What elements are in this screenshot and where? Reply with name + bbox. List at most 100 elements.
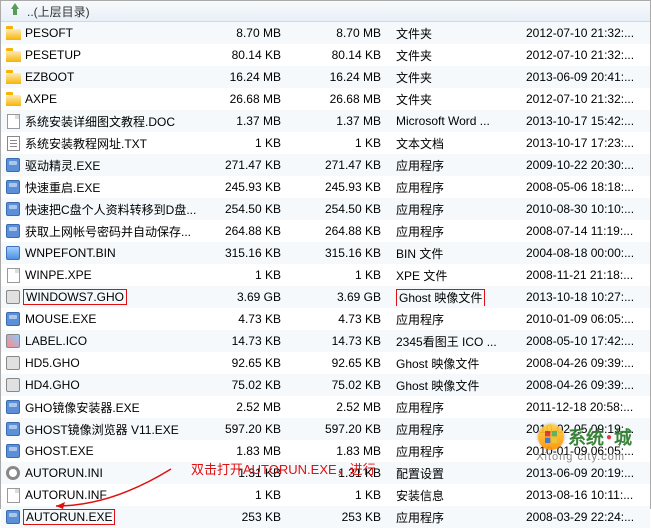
file-size2-cell: 26.68 MB [291,92,391,106]
file-row[interactable]: AUTORUN.EXE253 KB253 KB应用程序2008-03-29 22… [1,506,650,528]
file-name-cell: 驱动精灵.EXE [1,157,216,174]
file-size2-cell: 4.73 KB [291,312,391,326]
file-row[interactable]: PESOFT8.70 MB8.70 MB文件夹2012-07-10 21:32:… [1,22,650,44]
file-size-cell: 16.24 MB [216,70,291,84]
file-name-cell: AUTORUN.INF [1,487,216,503]
file-name-cell: 快速把C盘个人资料转移到D盘... [1,201,216,218]
file-size2-cell: 16.24 MB [291,70,391,84]
file-row[interactable]: WINDOWS7.GHO3.69 GB3.69 GBGhost 映像文件2013… [1,286,650,308]
file-row[interactable]: PESETUP80.14 KB80.14 KB文件夹2012-07-10 21:… [1,44,650,66]
file-name-cell: GHO镜像安装器.EXE [1,399,216,416]
file-date-cell: 2012-07-10 21:32:... [521,92,650,106]
file-type-cell: 配置设置 [391,465,521,482]
file-date-cell: 2013-10-17 15:42:... [521,114,650,128]
file-date-cell: 2008-03-29 22:24:... [521,510,650,524]
file-row[interactable]: 快速把C盘个人资料转移到D盘...254.50 KB254.50 KB应用程序2… [1,198,650,220]
exe-icon [5,311,21,327]
file-size-cell: 254.50 KB [216,202,291,216]
file-row[interactable]: WNPEFONT.BIN315.16 KB315.16 KBBIN 文件2004… [1,242,650,264]
file-name: AUTORUN.INI [25,466,103,480]
file-size2-cell: 92.65 KB [291,356,391,370]
file-row[interactable]: 获取上网帐号密码并自动保存...264.88 KB264.88 KB应用程序20… [1,220,650,242]
file-type-cell: 应用程序 [391,509,521,526]
file-name-cell: PESETUP [1,47,216,63]
file-name-cell: 系统安装详细图文教程.DOC [1,113,216,130]
file-row[interactable]: 系统安装详细图文教程.DOC1.37 MB1.37 MBMicrosoft Wo… [1,110,650,132]
file-name: 系统安装教程网址.TXT [25,135,147,152]
file-size2-cell: 75.02 KB [291,378,391,392]
file-size-cell: 271.47 KB [216,158,291,172]
file-name-cell: HD4.GHO [1,377,216,393]
file-row[interactable]: AXPE26.68 MB26.68 MB文件夹2012-07-10 21:32:… [1,88,650,110]
file-type-cell: Ghost 映像文件 [391,377,521,394]
file-size-cell: 2.52 MB [216,400,291,414]
file-size-cell: 75.02 KB [216,378,291,392]
exe-icon [5,509,21,525]
file-size-cell: 4.73 KB [216,312,291,326]
file-size2-cell: 315.16 KB [291,246,391,260]
file-row[interactable]: GHO镜像安装器.EXE2.52 MB2.52 MB应用程序2011-12-18… [1,396,650,418]
file-size-cell: 1 KB [216,488,291,502]
file-name-cell: AUTORUN.INI [1,465,216,481]
file-date-cell: 2013-06-09 20:19:... [521,466,650,480]
file-date-cell: 2013-08-16 10:11:... [521,488,650,502]
file-row[interactable]: 系统安装教程网址.TXT1 KB1 KB文本文档2013-10-17 17:23… [1,132,650,154]
file-size2-cell: 1.37 MB [291,114,391,128]
file-name: AXPE [25,92,57,106]
file-row[interactable]: HD5.GHO92.65 KB92.65 KBGhost 映像文件2008-04… [1,352,650,374]
file-date-cell: 2008-05-06 18:18:... [521,180,650,194]
file-size2-cell: 80.14 KB [291,48,391,62]
file-date-cell: 2008-04-26 09:39:... [521,356,650,370]
file-date-cell: 2008-11-21 21:18:... [521,268,650,282]
up-arrow-icon [7,3,23,19]
cog-icon [5,465,21,481]
file-name-cell: 获取上网帐号密码并自动保存... [1,223,216,240]
file-date-cell: 2012-07-10 21:32:... [521,48,650,62]
file-type-cell: BIN 文件 [391,245,521,262]
file-name: HD4.GHO [25,378,80,392]
exe-icon [5,157,21,173]
file-size2-cell: 1 KB [291,488,391,502]
file-date-cell: 2013-10-17 17:23:... [521,136,650,150]
file-size-cell: 3.69 GB [216,290,291,304]
parent-directory-row[interactable]: ..(上层目录) [1,1,650,22]
file-row[interactable]: HD4.GHO75.02 KB75.02 KBGhost 映像文件2008-04… [1,374,650,396]
file-name-cell: PESOFT [1,25,216,41]
file-row[interactable]: LABEL.ICO14.73 KB14.73 KB2345看图王 ICO ...… [1,330,650,352]
file-date-cell: 2008-04-26 09:39:... [521,378,650,392]
file-row[interactable]: 驱动精灵.EXE271.47 KB271.47 KB应用程序2009-10-22… [1,154,650,176]
file-size-cell: 1 KB [216,268,291,282]
file-type-cell: 文件夹 [391,69,521,86]
doc-icon [5,487,21,503]
file-size-cell: 315.16 KB [216,246,291,260]
file-type-cell: 文件夹 [391,91,521,108]
file-type-cell: 应用程序 [391,399,521,416]
watermark-logo-icon [538,424,564,450]
exe-icon [5,179,21,195]
file-size2-cell: 1 KB [291,268,391,282]
file-date-cell: 2010-08-30 10:10:... [521,202,650,216]
file-name: LABEL.ICO [25,334,87,348]
file-name: 获取上网帐号密码并自动保存... [25,223,191,240]
file-date-cell: 2009-10-22 20:30:... [521,158,650,172]
file-name-cell: GHOST镜像浏览器 V11.EXE [1,421,216,438]
file-row[interactable]: WINPE.XPE1 KB1 KBXPE 文件2008-11-21 21:18:… [1,264,650,286]
file-size-cell: 14.73 KB [216,334,291,348]
file-row[interactable]: MOUSE.EXE4.73 KB4.73 KB应用程序2010-01-09 06… [1,308,650,330]
file-type-cell: 应用程序 [391,443,521,460]
file-date-cell: 2012-07-10 21:32:... [521,26,650,40]
file-size-cell: 8.70 MB [216,26,291,40]
file-name: 系统安装详细图文教程.DOC [25,113,175,130]
file-type-cell: 2345看图王 ICO ... [391,333,521,350]
file-row[interactable]: AUTORUN.INF1 KB1 KB安装信息2013-08-16 10:11:… [1,484,650,506]
file-size-cell: 1.83 MB [216,444,291,458]
exe-icon [5,421,21,437]
file-name-cell: 快速重启.EXE [1,179,216,196]
file-size-cell: 80.14 KB [216,48,291,62]
file-size-cell: 26.68 MB [216,92,291,106]
img-icon [5,245,21,261]
file-row[interactable]: EZBOOT16.24 MB16.24 MB文件夹2013-06-09 20:4… [1,66,650,88]
file-name-cell: WINDOWS7.GHO [1,289,216,305]
watermark-brand1: 系统 [568,424,604,450]
file-row[interactable]: 快速重启.EXE245.93 KB245.93 KB应用程序2008-05-06… [1,176,650,198]
